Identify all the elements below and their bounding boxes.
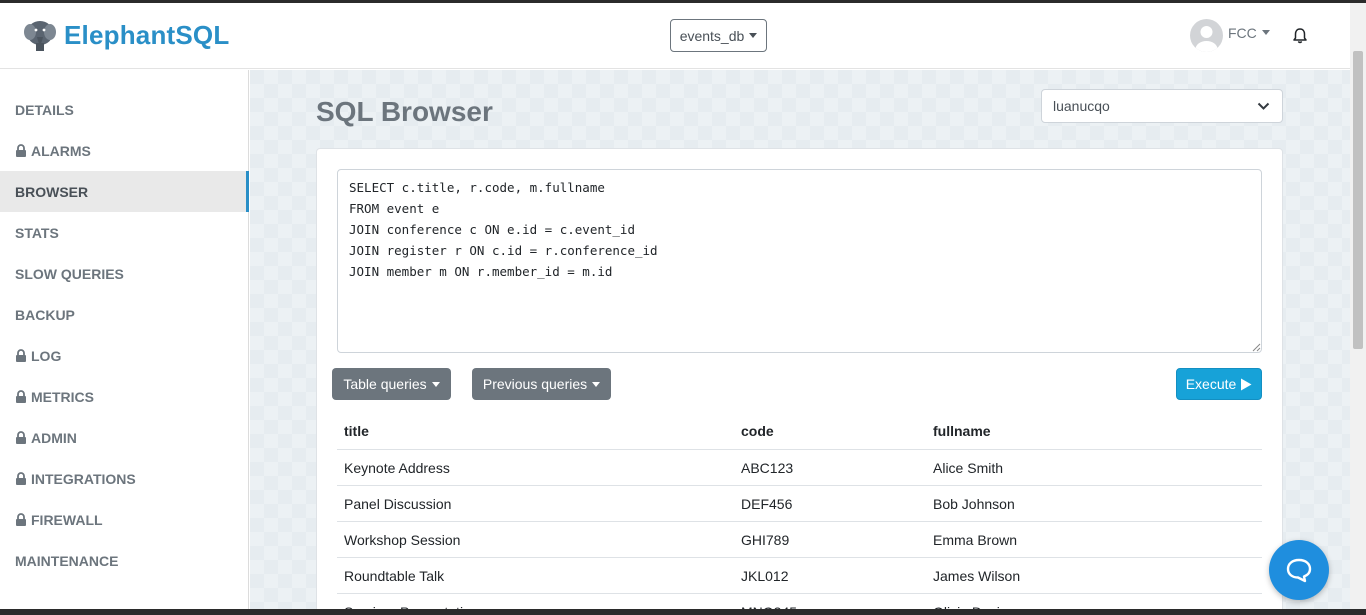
table-cell: Seminar Presentation [344,594,479,610]
table-queries-label: Table queries [343,376,427,392]
lock-icon [16,513,26,526]
chat-support-button[interactable] [1269,540,1329,600]
sidebar-item-backup[interactable]: BACKUP [0,294,249,335]
user-name-label: FCC [1228,24,1257,41]
table-cell: Roundtable Talk [344,567,445,584]
server-select[interactable]: luanucqo [1041,89,1283,123]
execute-label: Execute [1185,376,1237,392]
table-cell: Workshop Session [344,531,461,548]
page-title: SQL Browser [316,96,493,127]
sidebar-item-admin[interactable]: ADMIN [0,417,249,458]
table-row: Keynote Address ABC123 Alice Smith [337,450,1262,486]
sidebar-item-alarms[interactable]: ALARMS [0,130,249,171]
lock-icon [16,349,26,362]
bell-icon[interactable] [1291,27,1309,45]
server-select-value: luanucqo [1053,98,1110,114]
caret-down-icon [592,381,601,387]
avatar [1190,19,1223,52]
sidebar-item-maintenance[interactable]: MAINTENANCE [0,540,249,581]
user-menu[interactable]: FCC [1190,19,1270,52]
chat-bubble-icon [1286,558,1312,583]
query-card: SELECT c.title, r.code, m.fullname FROM … [316,148,1283,609]
page-scrollbar[interactable] [1350,3,1366,609]
sidebar-item-label: ALARMS [31,142,91,159]
table-row: Workshop Session GHI789 Emma Brown [337,522,1262,558]
sidebar-item-label: DETAILS [15,101,74,118]
sidebar-item-label: ADMIN [31,429,77,446]
execute-button[interactable]: Execute [1176,368,1262,400]
sidebar-item-label: SLOW QUERIES [15,265,124,282]
sidebar-item-slow-queries[interactable]: SLOW QUERIES [0,253,249,294]
column-header-title: title [344,423,369,439]
play-icon [1241,378,1252,390]
main-content: SQL Browser luanucqo SELECT c.title, r.c… [250,70,1350,609]
table-cell: ABC123 [741,459,794,476]
lock-icon [16,431,26,444]
sidebar-item-firewall[interactable]: FIREWALL [0,499,249,540]
sidebar: DETAILS ALARMS BROWSER STATS SLOW QUERIE… [0,70,249,609]
results-table: title code fullname Keynote Address ABC1… [337,413,1262,609]
resize-grip-icon[interactable] [1252,343,1261,352]
table-cell: Bob Johnson [933,495,1015,512]
sidebar-item-details[interactable]: DETAILS [0,89,249,130]
sidebar-item-log[interactable]: LOG [0,335,249,376]
table-row: Roundtable Talk JKL012 James Wilson [337,558,1262,594]
database-select[interactable]: events_db [670,19,767,52]
database-select-value: events_db [679,27,745,44]
previous-queries-label: Previous queries [482,376,588,392]
table-cell: JKL012 [741,567,789,584]
table-cell: Panel Discussion [344,495,452,512]
column-header-fullname: fullname [933,423,991,439]
previous-queries-button[interactable]: Previous queries [472,368,611,400]
sidebar-item-metrics[interactable]: METRICS [0,376,249,417]
sidebar-item-label: STATS [15,224,59,241]
sidebar-item-stats[interactable]: STATS [0,212,249,253]
table-cell: GHI789 [741,531,790,548]
table-row: Seminar Presentation MNO345 Olivia Davis [337,594,1262,610]
table-header-row: title code fullname [337,413,1262,450]
sidebar-item-label: FIREWALL [31,511,103,528]
sidebar-item-label: METRICS [31,388,94,405]
caret-down-icon [749,33,758,38]
table-queries-button[interactable]: Table queries [332,368,451,400]
lock-icon [16,472,26,485]
logo[interactable]: ElephantSQL [22,17,229,53]
chevron-down-icon [1257,102,1270,110]
table-row: Panel Discussion DEF456 Bob Johnson [337,486,1262,522]
table-cell: James Wilson [933,567,1021,584]
caret-down-icon [1261,30,1270,35]
table-cell: DEF456 [741,495,793,512]
sidebar-item-label: BROWSER [15,183,89,200]
table-cell: Alice Smith [933,459,1004,476]
table-cell: Olivia Davis [933,594,1007,610]
lock-icon [16,144,26,157]
elephant-logo-icon [24,21,56,51]
table-cell: MNO345 [741,594,797,610]
sidebar-item-integrations[interactable]: INTEGRATIONS [0,458,249,499]
user-name: FCC [1228,25,1270,41]
sidebar-item-label: BACKUP [15,306,75,323]
caret-down-icon [431,381,440,387]
lock-icon [16,390,26,403]
table-cell: Emma Brown [933,531,1018,548]
sql-query-editor[interactable]: SELECT c.title, r.code, m.fullname FROM … [337,169,1262,353]
top-header: ElephantSQL events_db FCC [0,3,1350,69]
window-bottom-border [0,609,1366,615]
sidebar-item-browser[interactable]: BROWSER [0,171,249,212]
sidebar-item-label: INTEGRATIONS [31,470,136,487]
sidebar-item-label: LOG [31,347,62,364]
sidebar-item-label: MAINTENANCE [15,552,119,569]
user-silhouette-icon [1195,26,1218,52]
column-header-code: code [741,423,774,439]
logo-text: ElephantSQL [64,19,230,50]
table-cell: Keynote Address [344,459,450,476]
scrollbar-thumb[interactable] [1353,51,1363,349]
